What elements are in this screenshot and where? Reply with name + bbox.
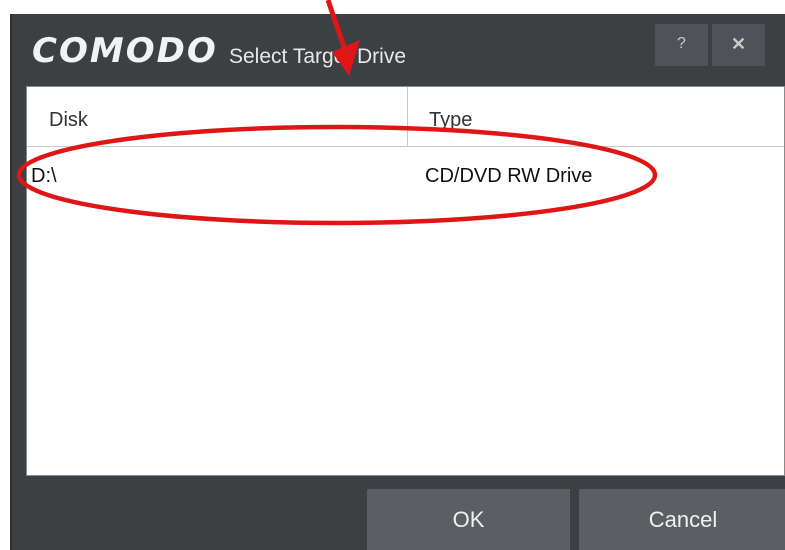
drive-list: Disk Type D:\ CD/DVD RW Drive: [26, 86, 785, 476]
cancel-button[interactable]: Cancel: [579, 489, 785, 550]
close-button[interactable]: ✕: [712, 24, 765, 66]
help-icon: ?: [677, 35, 686, 52]
comodo-logo: COMODO: [32, 31, 218, 71]
column-header-disk[interactable]: Disk: [49, 109, 88, 132]
close-icon: ✕: [730, 34, 747, 54]
list-header: Disk Type: [27, 87, 784, 147]
select-target-drive-dialog: COMODO Select Target Drive ? ✕ Disk Type…: [10, 14, 785, 550]
help-button[interactable]: ?: [655, 24, 708, 66]
column-header-type[interactable]: Type: [429, 109, 472, 132]
column-separator[interactable]: [407, 87, 408, 147]
drive-type: CD/DVD RW Drive: [425, 165, 593, 187]
top-strip: [0, 0, 785, 14]
title-bar: COMODO Select Target Drive ? ✕: [12, 14, 785, 86]
list-item[interactable]: D:\ CD/DVD RW Drive: [27, 149, 784, 193]
drive-letter: D:\: [31, 165, 57, 187]
dialog-title: Select Target Drive: [229, 45, 407, 68]
ok-button[interactable]: OK: [367, 489, 570, 550]
